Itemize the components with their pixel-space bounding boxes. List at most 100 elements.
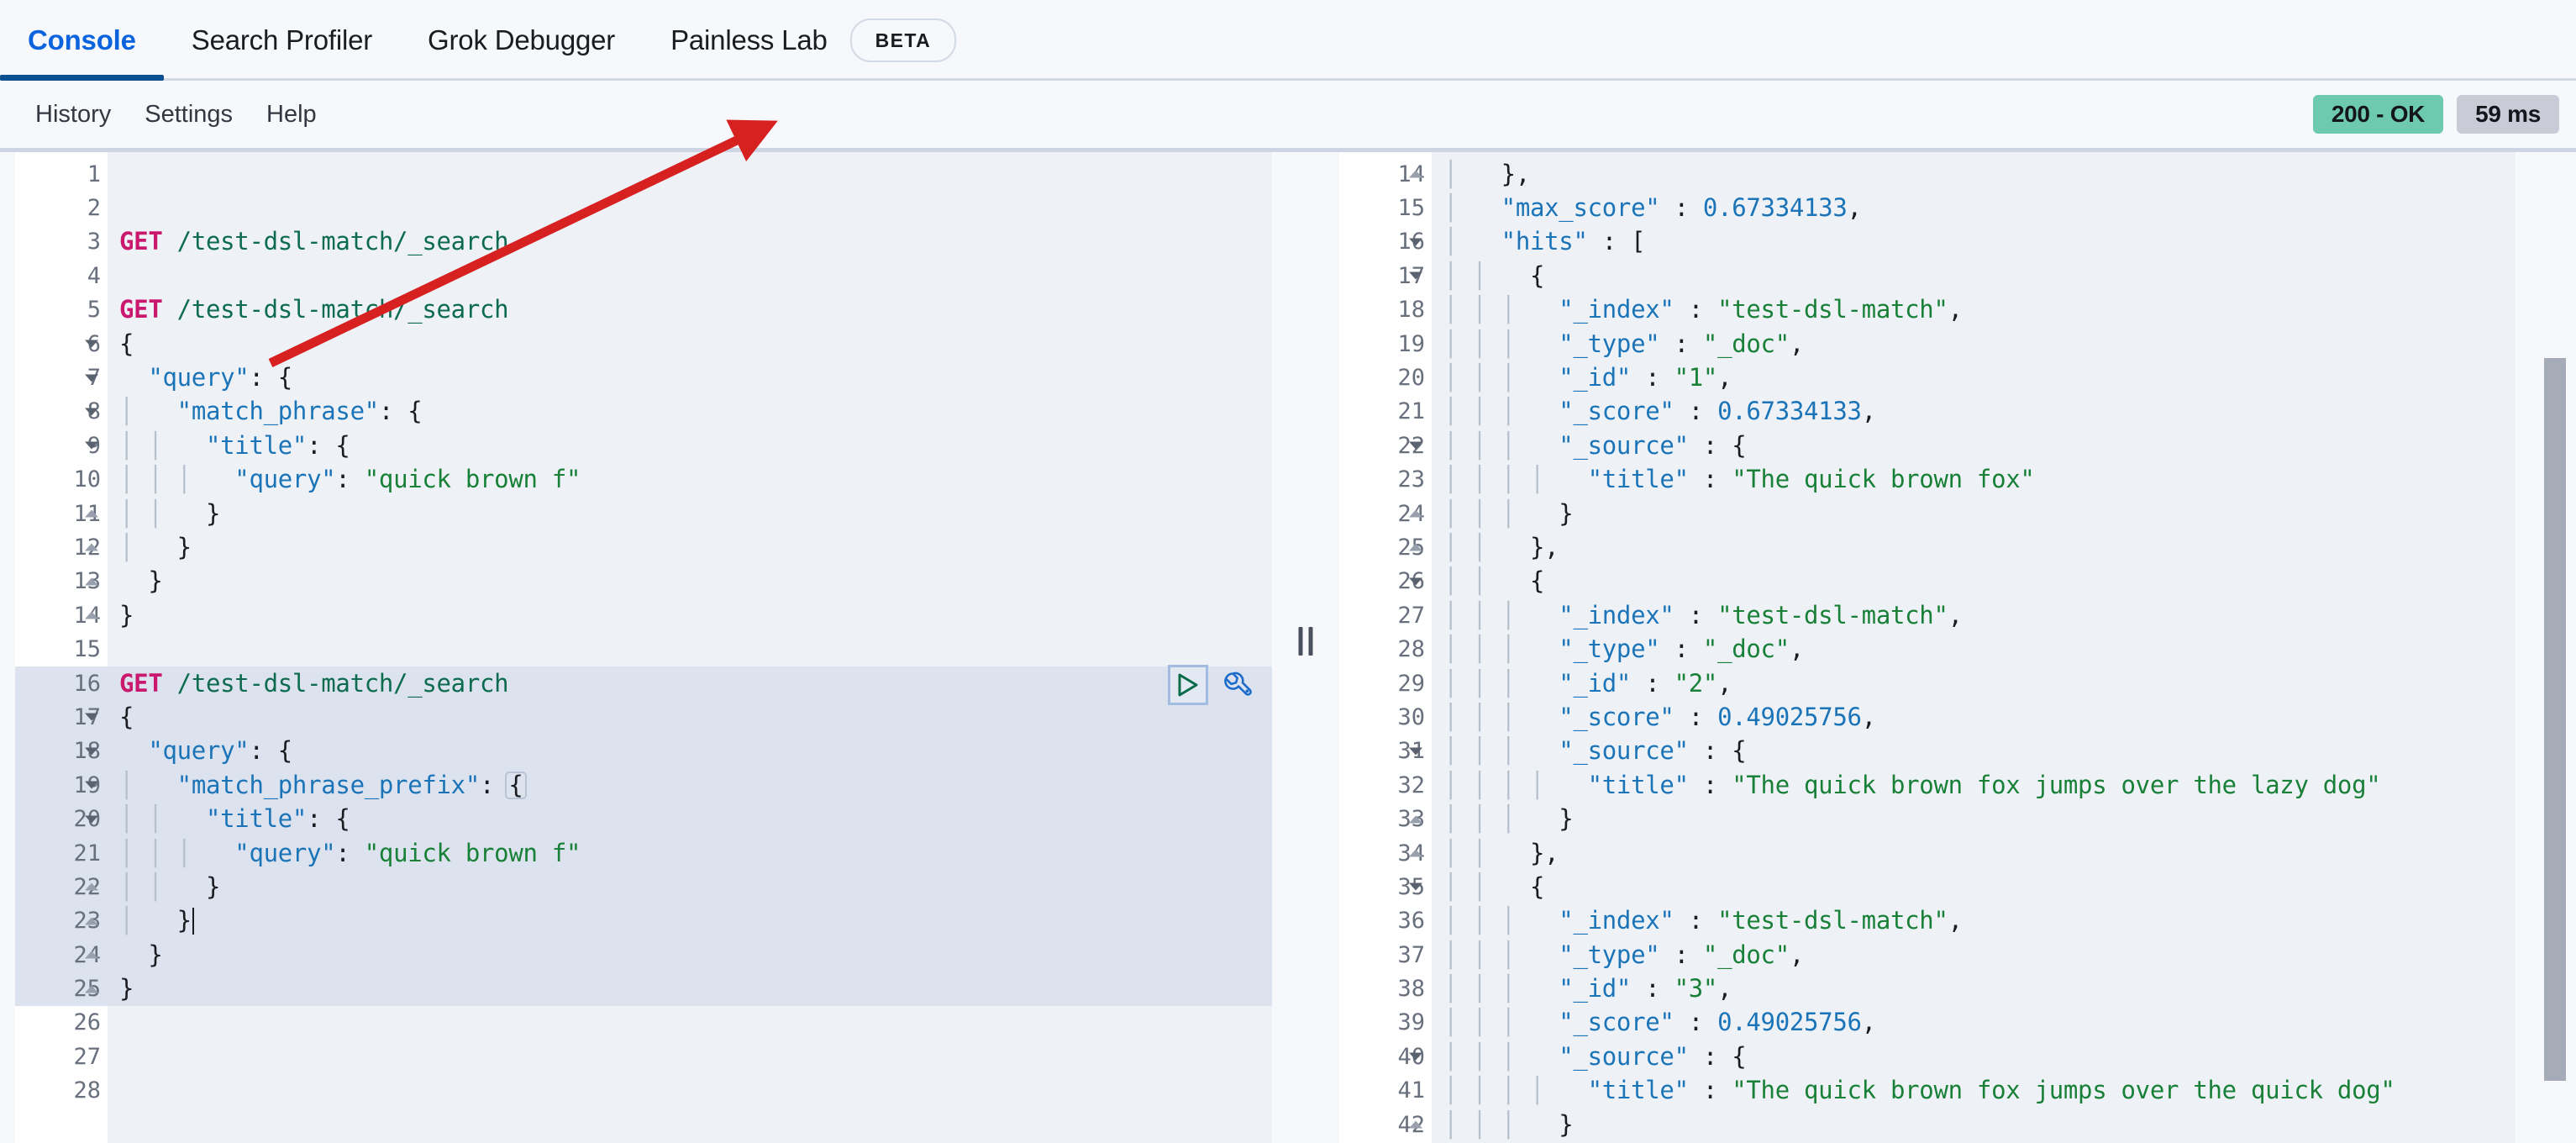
code-line[interactable]: "query": { [108,734,1272,769]
gutter-line[interactable]: 14 [1339,157,1432,191]
fold-down-icon[interactable] [85,781,98,789]
fold-down-icon[interactable] [1409,271,1422,280]
fold-up-icon[interactable] [85,509,98,518]
gutter-line[interactable]: 40 [1339,1040,1432,1073]
gutter-line[interactable]: 18 [15,734,108,769]
toolbar-item-help[interactable]: Help [250,102,334,127]
code-line[interactable]: │ │ │ "_score" : 0.49025756, [1432,700,2516,734]
fold-up-icon[interactable] [85,543,98,551]
response-editor-pane[interactable]: 14 15 16 17 18 19 20 21 22 23 24 25 26 27 28 29 30 31 32 33… [1339,152,2516,1143]
code-line[interactable]: { [108,327,1272,361]
gutter-line[interactable]: 41 [1339,1074,1432,1108]
wrench-icon[interactable] [1217,666,1255,704]
response-vertical-scrollbar[interactable] [2544,152,2566,1143]
gutter-line[interactable]: 22 [15,870,108,904]
code-line[interactable]: │ │ │ "query": "quick brown f" [108,463,1272,497]
gutter-line[interactable]: 22 [1339,429,1432,462]
code-line[interactable]: } [108,598,1272,632]
code-line[interactable]: } [108,937,1272,972]
gutter-line[interactable]: 32 [1339,768,1432,802]
code-line[interactable]: │ │ } [108,497,1272,530]
fold-down-icon[interactable] [85,747,98,756]
gutter-line[interactable]: 28 [15,1074,108,1108]
code-line[interactable]: │ │ │ "_type" : "_doc", [1432,327,2516,361]
gutter-line[interactable]: 11 [15,497,108,530]
code-line[interactable]: │ │ │ "_id" : "2", [1432,666,2516,700]
gutter-line[interactable]: 29 [1339,666,1432,700]
fold-up-icon[interactable] [1409,170,1422,178]
gutter-line[interactable]: 16 [1339,225,1432,259]
fold-down-icon[interactable] [85,713,98,721]
gutter-line[interactable]: 28 [1339,632,1432,666]
gutter-line[interactable]: 7 [15,361,108,394]
gutter-line[interactable]: 26 [15,1006,108,1040]
code-line[interactable]: │ │ │ "_id" : "1", [1432,361,2516,394]
gutter-line[interactable]: 1 [15,157,108,191]
code-line[interactable]: │ │ │ } [1432,497,2516,530]
response-gutter[interactable]: 14 15 16 17 18 19 20 21 22 23 24 25 26 27 28 29 30 31 32 33… [1339,152,1432,1143]
gutter-line[interactable]: 26 [1339,565,1432,598]
code-line[interactable]: GET /test-dsl-match/_search [108,293,1272,327]
gutter-line[interactable]: 39 [1339,1006,1432,1040]
code-line[interactable]: │ │ }, [1432,530,2516,564]
gutter-line[interactable]: 12 [15,530,108,564]
code-line[interactable]: } [108,972,1272,1006]
response-code-area[interactable]: │ }, │ "max_score" : 0.67334133, │ "hits" … [1432,152,2516,1143]
toolbar-item-history[interactable]: History [18,102,128,127]
gutter-line[interactable]: 27 [15,1040,108,1073]
code-line[interactable]: "query": { [108,361,1272,394]
gutter-line[interactable]: 35 [1339,870,1432,903]
code-line[interactable] [108,191,1272,224]
fold-up-icon[interactable] [1409,815,1422,824]
code-line[interactable]: } [108,565,1272,598]
gutter-line[interactable]: 18 [1339,293,1432,327]
code-line[interactable]: │ │ { [1432,259,2516,292]
code-line[interactable] [108,1006,1272,1040]
gutter-line[interactable]: 13 [15,565,108,598]
fold-down-icon[interactable] [85,441,98,450]
code-line[interactable] [108,1074,1272,1108]
request-gutter[interactable]: 1 2 3 4 5 6 7 8 9 10 11 12 13 14 15 16 17 18 19 20 21 22 23 24 2… [15,152,108,1143]
code-line[interactable] [108,259,1272,292]
pane-divider[interactable] [1272,152,1339,1143]
gutter-line[interactable]: 23 [15,903,108,938]
code-line[interactable]: │ │ │ "query": "quick brown f" [108,835,1272,871]
gutter-line[interactable]: 27 [1339,598,1432,632]
gutter-line[interactable]: 10 [15,463,108,497]
gutter-line[interactable]: 33 [1339,802,1432,835]
gutter-line[interactable]: 23 [1339,463,1432,497]
fold-up-icon[interactable] [85,917,98,925]
code-line[interactable]: │ │ │ │ "title" : "The quick brown fox" [1432,463,2516,497]
fold-down-icon[interactable] [85,340,98,348]
code-line[interactable]: │ } [108,530,1272,564]
code-line[interactable]: │ }, [1432,157,2516,191]
fold-up-icon[interactable] [85,611,98,619]
code-line[interactable]: │ "match_phrase_prefix": { [108,768,1272,803]
gutter-line[interactable]: 37 [1339,938,1432,972]
fold-up-icon[interactable] [85,951,98,959]
gutter-line[interactable]: 20 [15,802,108,836]
fold-down-icon[interactable] [85,408,98,416]
code-line[interactable]: │ "match_phrase": { [108,395,1272,429]
gutter-line[interactable]: 19 [1339,327,1432,361]
scrollbar-thumb[interactable] [2544,358,2566,1081]
fold-up-icon[interactable] [85,985,98,993]
play-icon[interactable] [1168,665,1208,705]
code-line[interactable]: │ │ │ "_source" : { [1432,735,2516,768]
code-line[interactable]: │ │ │ } [1432,802,2516,835]
gutter-line[interactable]: 21 [15,835,108,871]
fold-down-icon[interactable] [85,374,98,382]
fold-up-icon[interactable] [85,577,98,586]
gutter-line[interactable]: 20 [1339,361,1432,394]
code-line[interactable]: │ │ │ "_type" : "_doc", [1432,632,2516,666]
code-line[interactable] [108,632,1272,666]
code-line[interactable]: │ │ │ "_score" : 0.67334133, [1432,395,2516,429]
fold-down-icon[interactable] [1409,441,1422,450]
gutter-line[interactable]: 6 [15,327,108,361]
gutter-line[interactable]: 14 [15,598,108,632]
code-line[interactable]: │ } [108,903,1272,938]
code-line[interactable]: │ │ │ } [1432,1108,2516,1141]
tab-grok-debugger[interactable]: Grok Debugger [400,0,643,81]
code-line[interactable]: │ │ │ "_index" : "test-dsl-match", [1432,904,2516,938]
code-line[interactable]: │ │ }, [1432,836,2516,870]
